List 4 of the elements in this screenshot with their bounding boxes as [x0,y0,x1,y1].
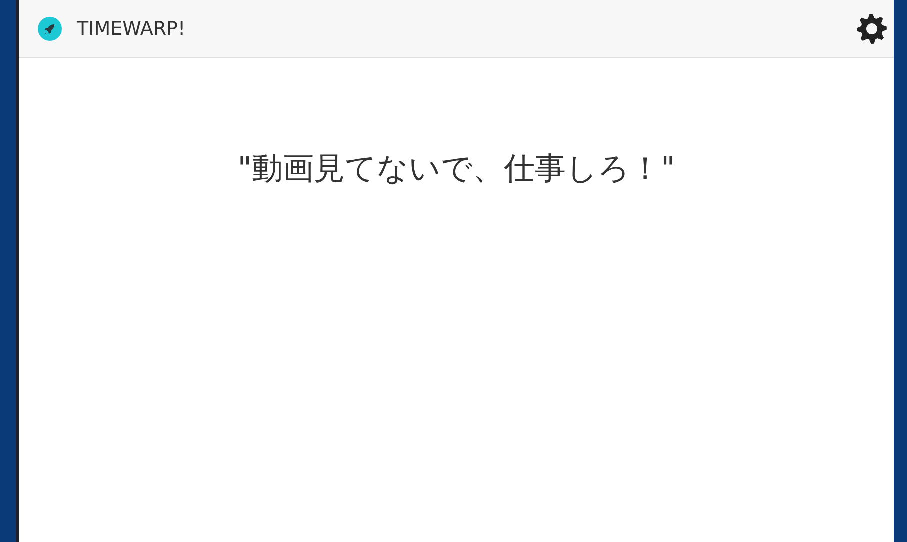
settings-icon[interactable] [856,12,888,44]
message-text: "動画見てないで、仕事しろ！" [238,150,676,189]
app-title: TIMEWARP! [77,18,186,40]
rocket-icon [38,16,62,40]
